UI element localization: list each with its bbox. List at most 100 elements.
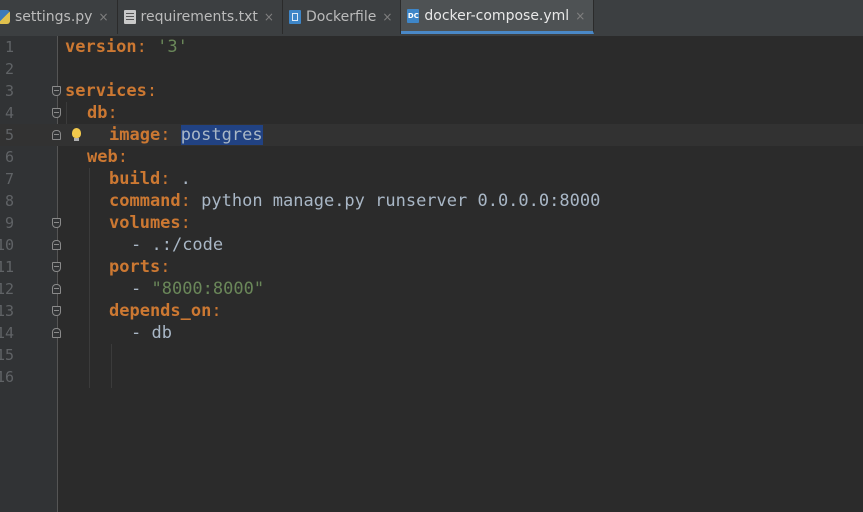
code-text[interactable]: - .:/code	[131, 234, 223, 256]
yaml-key: ports	[109, 257, 161, 277]
close-icon[interactable]: ×	[382, 10, 392, 24]
fold-expand-icon[interactable]	[52, 284, 61, 294]
code-line: 7 build: .	[0, 168, 863, 190]
code-line: 15	[0, 344, 863, 366]
line-number: 7	[4, 170, 14, 188]
line-number: 13	[0, 302, 14, 320]
fold-collapse-icon[interactable]	[52, 86, 61, 96]
yaml-colon: :	[160, 169, 171, 189]
yaml-key: version	[65, 37, 137, 57]
tab-label: docker-compose.yml	[424, 7, 570, 24]
yaml-colon: :	[160, 125, 171, 145]
code-line: 1 version: '3'	[0, 36, 863, 58]
code-text[interactable]: depends_on:	[109, 300, 222, 322]
code-line: 6 web:	[0, 146, 863, 168]
yaml-colon: :	[107, 103, 118, 123]
yaml-key: services	[65, 81, 147, 101]
line-number: 11	[0, 258, 14, 276]
close-icon[interactable]: ×	[575, 9, 585, 23]
code-text[interactable]: db:	[87, 102, 118, 124]
code-text[interactable]: ports:	[109, 256, 170, 278]
code-text[interactable]: version: '3'	[65, 36, 188, 58]
yaml-value: db	[151, 323, 172, 343]
yaml-key: build	[109, 169, 161, 189]
code-line: 13 depends_on:	[0, 300, 863, 322]
code-text[interactable]: image: postgres	[109, 124, 263, 146]
code-line: 2	[0, 58, 863, 80]
code-line: 12 - "8000:8000"	[0, 278, 863, 300]
line-number: 14	[0, 324, 14, 342]
yaml-value: .	[170, 169, 191, 189]
yaml-value: .:/code	[151, 235, 224, 255]
code-text[interactable]: build: .	[109, 168, 191, 190]
line-number: 3	[4, 82, 14, 100]
tab-docker-compose-yml[interactable]: DC docker-compose.yml ×	[401, 0, 595, 34]
fold-collapse-icon[interactable]	[52, 108, 61, 118]
python-file-icon	[0, 10, 10, 24]
editor-tab-bar: settings.py × requirements.txt × Dockerf…	[0, 0, 863, 37]
close-icon[interactable]: ×	[264, 10, 274, 24]
code-text[interactable]: volumes:	[109, 212, 191, 234]
yaml-string: '3'	[157, 37, 188, 57]
code-text[interactable]: services:	[65, 80, 157, 102]
line-number: 4	[4, 104, 14, 122]
code-line: 3 services:	[0, 80, 863, 102]
close-icon[interactable]: ×	[98, 10, 108, 24]
fold-expand-icon[interactable]	[52, 240, 61, 250]
ide-window: settings.py × requirements.txt × Dockerf…	[0, 0, 863, 512]
yaml-string: "8000:8000"	[151, 279, 265, 299]
tab-label: Dockerfile	[305, 9, 377, 25]
yaml-key: volumes	[109, 213, 181, 233]
code-text[interactable]: web:	[87, 146, 128, 168]
fold-collapse-icon[interactable]	[52, 218, 61, 228]
yaml-value: python manage.py runserver 0.0.0.0:8000	[190, 191, 601, 211]
tab-requirements-txt[interactable]: requirements.txt ×	[118, 0, 283, 34]
line-number: 10	[0, 236, 14, 254]
yaml-key: command	[109, 191, 181, 211]
yaml-colon: :	[211, 301, 222, 321]
code-editor[interactable]: 1 version: '3' 2 3 services: 4 db: 5 ima…	[0, 36, 863, 512]
yaml-key: web	[87, 147, 118, 167]
code-line: 10 - .:/code	[0, 234, 863, 256]
code-text[interactable]: command: python manage.py runserver 0.0.…	[109, 190, 600, 212]
lightbulb-icon[interactable]	[72, 128, 81, 141]
yaml-key: db	[87, 103, 108, 123]
code-line: 14 - db	[0, 322, 863, 344]
line-number: 1	[4, 38, 14, 56]
code-line: 8 command: python manage.py runserver 0.…	[0, 190, 863, 212]
tab-label: settings.py	[15, 9, 93, 25]
yaml-colon: :	[180, 191, 191, 211]
line-number: 15	[0, 346, 14, 364]
fold-collapse-icon[interactable]	[52, 262, 61, 272]
fold-expand-icon[interactable]	[52, 328, 61, 338]
code-line: 4 db:	[0, 102, 863, 124]
tab-settings-py[interactable]: settings.py ×	[0, 0, 118, 34]
fold-expand-icon[interactable]	[52, 130, 61, 140]
yaml-dash: -	[131, 235, 152, 255]
text-file-icon	[123, 10, 136, 24]
code-text[interactable]: - db	[131, 322, 172, 344]
code-line: 16	[0, 366, 863, 388]
code-line-current: 5 image: postgres	[0, 124, 863, 146]
line-number: 9	[4, 214, 14, 232]
yaml-key: image	[109, 125, 161, 145]
line-number: 16	[0, 368, 14, 386]
line-number: 12	[0, 280, 14, 298]
yaml-colon: :	[117, 147, 128, 167]
yaml-colon: :	[180, 213, 191, 233]
yaml-key: depends_on	[109, 301, 212, 321]
tab-dockerfile[interactable]: Dockerfile ×	[283, 0, 402, 34]
dockerfile-icon	[288, 10, 301, 24]
fold-collapse-icon[interactable]	[52, 306, 61, 316]
line-number: 2	[4, 60, 14, 78]
code-text[interactable]: - "8000:8000"	[131, 278, 264, 300]
tab-label: requirements.txt	[140, 9, 258, 25]
line-number: 5	[4, 126, 14, 144]
yaml-colon: :	[136, 37, 147, 57]
line-number: 8	[4, 192, 14, 210]
docker-compose-icon: DC	[407, 8, 420, 23]
line-number: 6	[4, 148, 14, 166]
code-line: 9 volumes:	[0, 212, 863, 234]
yaml-dash: -	[131, 279, 152, 299]
yaml-colon: :	[160, 257, 171, 277]
